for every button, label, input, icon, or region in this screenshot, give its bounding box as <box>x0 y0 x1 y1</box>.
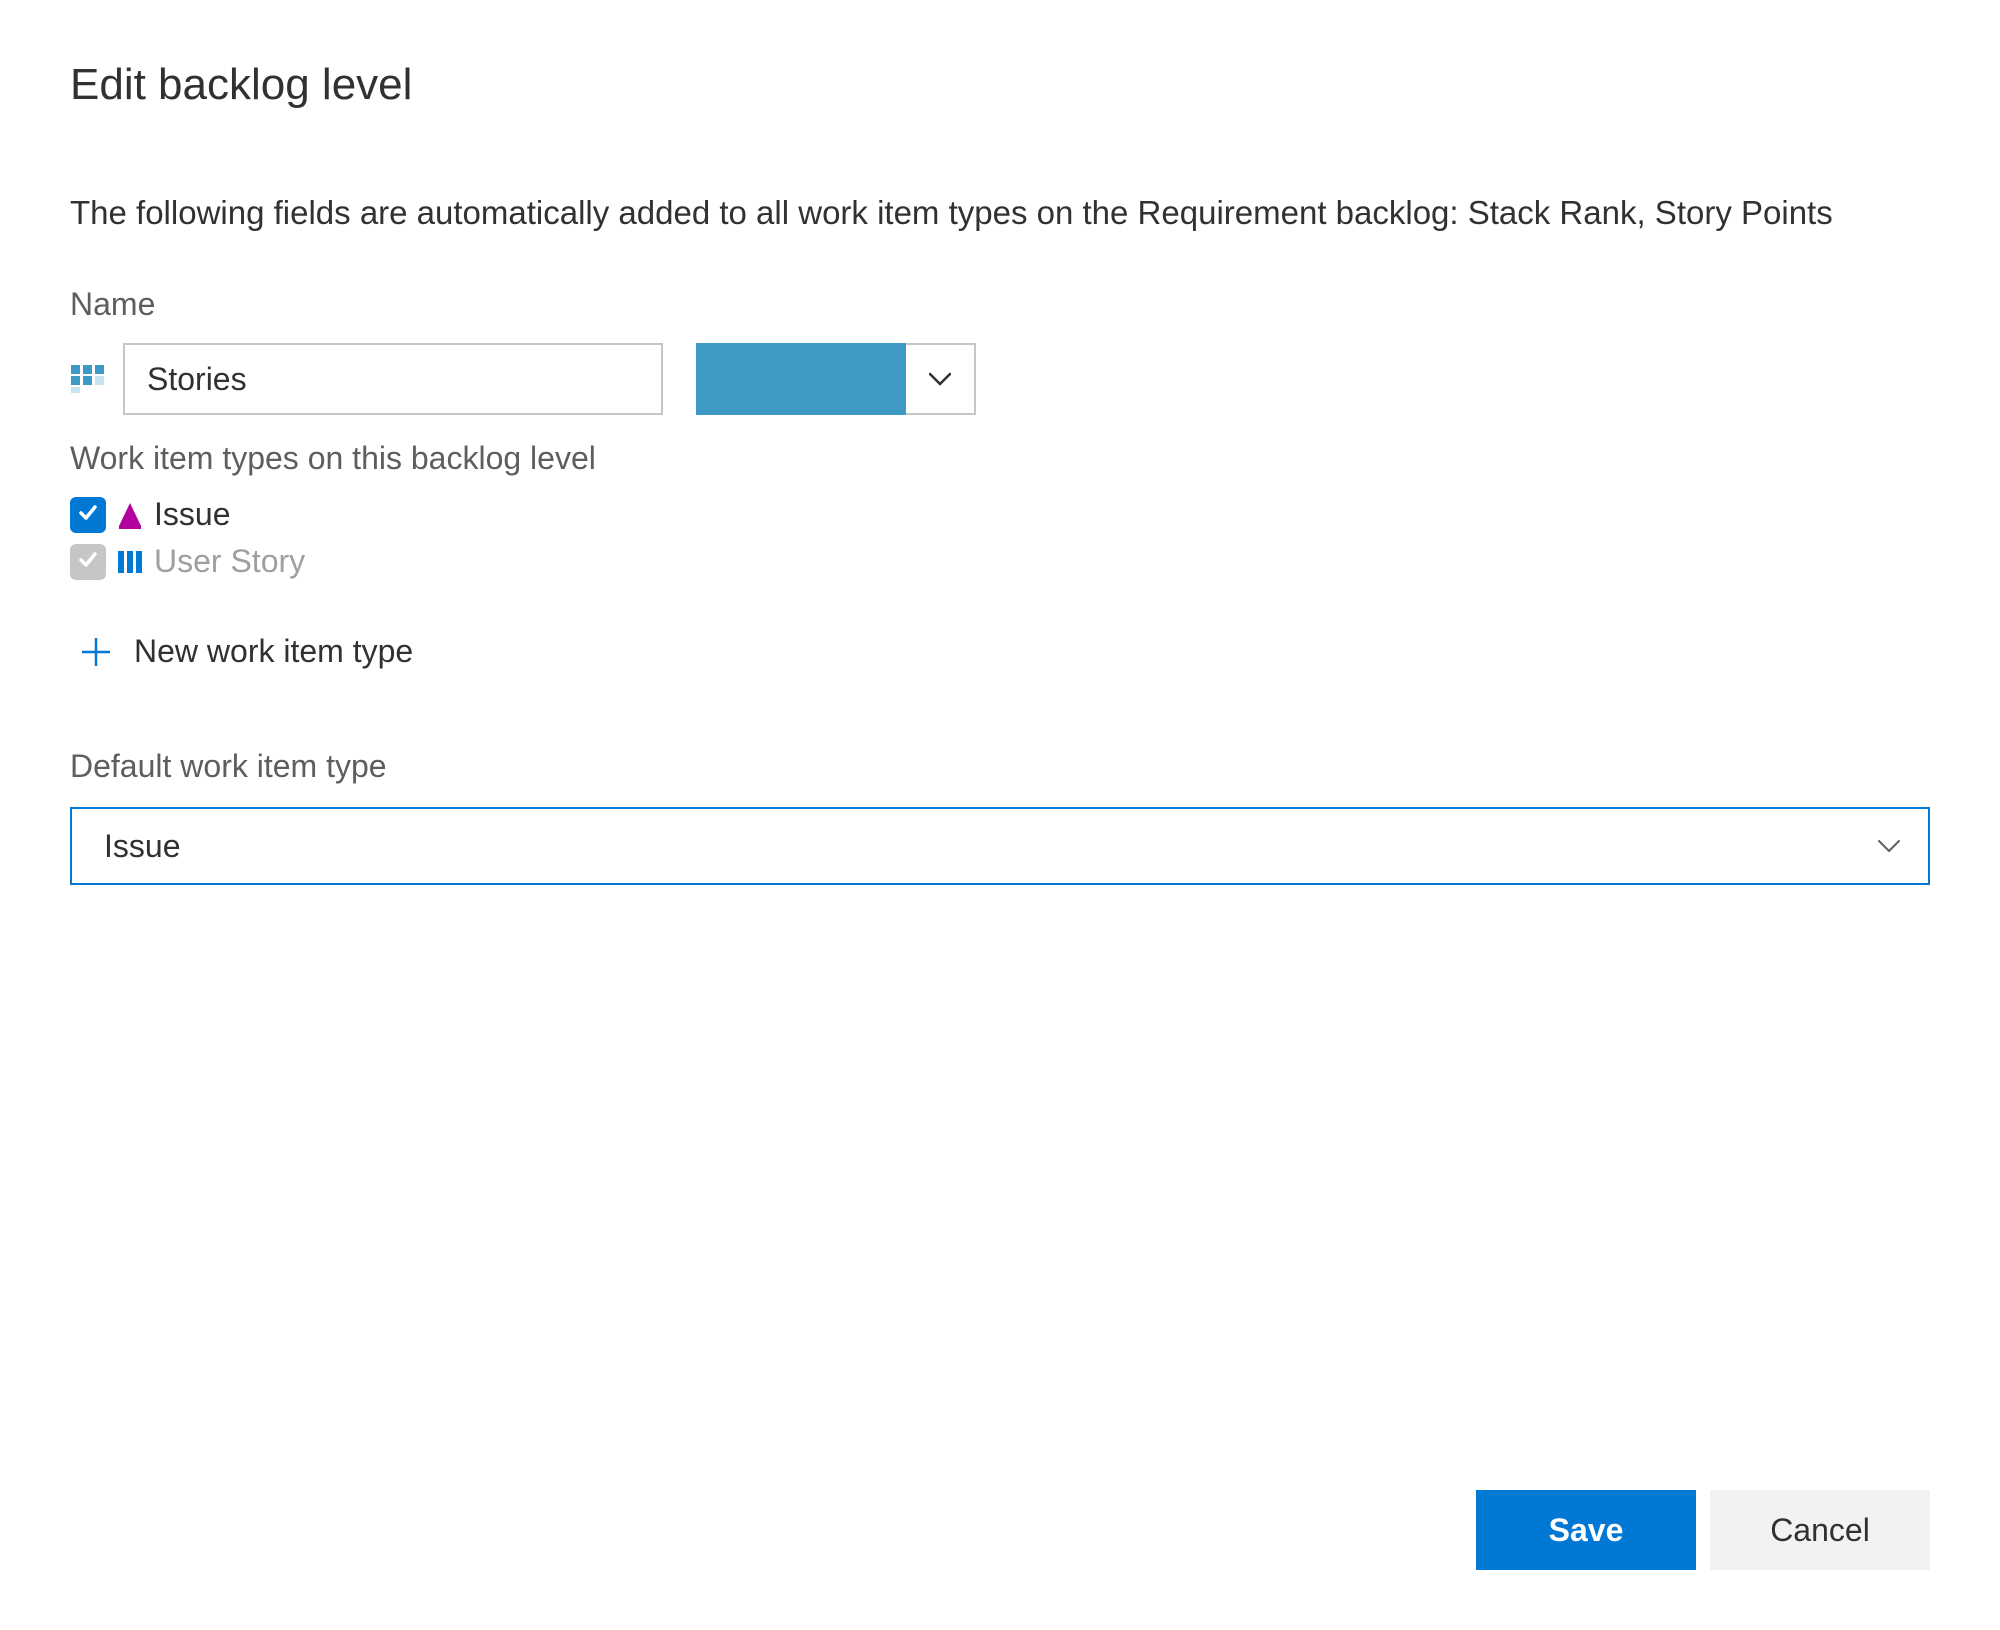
chevron-down-icon <box>1878 839 1900 853</box>
default-type-label: Default work item type <box>70 748 1930 785</box>
chevron-down-icon <box>929 372 951 386</box>
check-icon <box>77 549 99 575</box>
issue-checkbox[interactable] <box>70 497 106 533</box>
dialog-footer: Save Cancel <box>1476 1490 1930 1570</box>
user-story-checkbox <box>70 544 106 580</box>
color-swatch[interactable] <box>696 343 906 415</box>
default-type-section: Default work item type Issue <box>70 748 1930 885</box>
default-type-dropdown[interactable]: Issue <box>70 807 1930 885</box>
name-label: Name <box>70 286 1930 323</box>
save-button[interactable]: Save <box>1476 1490 1696 1570</box>
new-work-item-type-label: New work item type <box>134 633 413 670</box>
issue-label: Issue <box>154 496 230 533</box>
work-item-types-list: Issue User Story <box>70 491 1930 585</box>
check-icon <box>77 502 99 528</box>
default-type-value: Issue <box>104 828 180 865</box>
work-item-type-row: User Story <box>70 538 1930 585</box>
cancel-button[interactable]: Cancel <box>1710 1490 1930 1570</box>
name-input[interactable] <box>123 343 663 415</box>
dialog-title: Edit backlog level <box>70 60 1930 110</box>
user-story-icon <box>114 546 146 578</box>
hierarchy-icon <box>70 364 105 394</box>
dialog-description: The following fields are automatically a… <box>70 190 1930 236</box>
work-item-types-label: Work item types on this backlog level <box>70 440 1930 477</box>
color-picker <box>696 343 976 415</box>
new-work-item-type-button[interactable]: New work item type <box>70 615 413 688</box>
work-item-type-row: Issue <box>70 491 1930 538</box>
color-dropdown-button[interactable] <box>906 343 976 415</box>
name-row <box>70 343 1930 415</box>
user-story-label: User Story <box>154 543 305 580</box>
plus-icon <box>78 634 114 670</box>
issue-icon <box>114 499 146 531</box>
